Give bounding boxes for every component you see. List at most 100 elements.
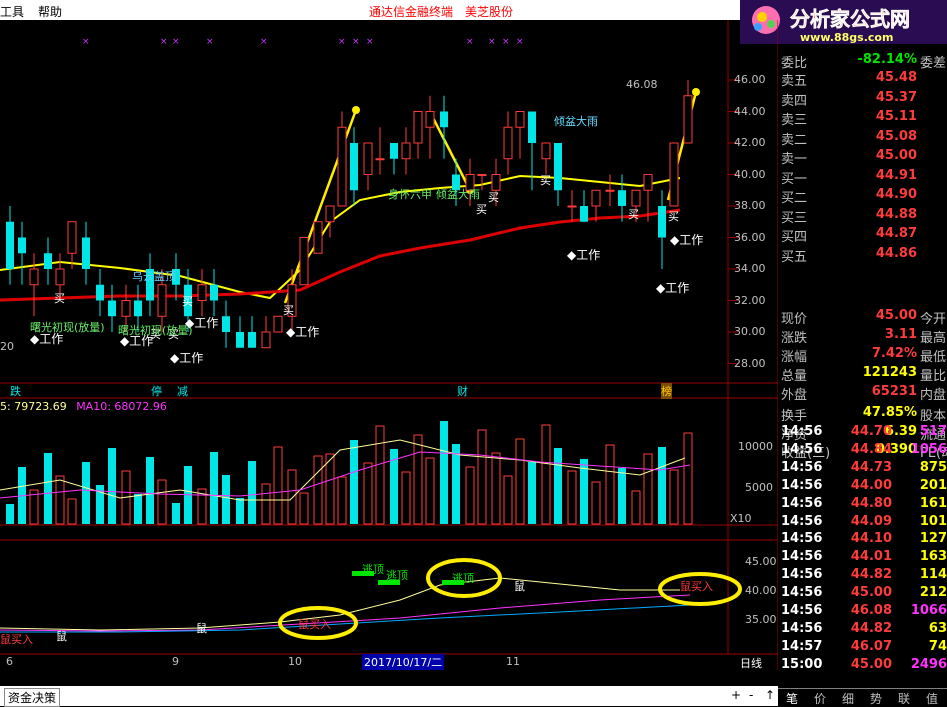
svg-text:×: × xyxy=(516,37,524,47)
tab-shi[interactable]: 势 xyxy=(870,690,882,707)
tick-volume: 74 xyxy=(928,638,947,654)
tick-price: 44.09 xyxy=(850,513,892,529)
date-6: 6 xyxy=(6,655,13,668)
tick-time: 14:57 xyxy=(781,638,823,654)
quote-label: 买五 xyxy=(781,249,808,265)
tick-row: 14:56 45.00 212 xyxy=(778,585,947,603)
tick-volume: 127 xyxy=(919,531,947,547)
ind-tick-45: 45.00 xyxy=(745,555,777,568)
quote-tail: 最低 xyxy=(920,350,947,365)
tick-price: 44.73 xyxy=(850,459,892,475)
tick-price: 44.01 xyxy=(850,549,892,565)
svg-text:×: × xyxy=(338,37,346,47)
marker-cai[interactable]: 财 xyxy=(457,383,468,399)
price-tick: 40.00 xyxy=(734,167,766,181)
buy-signal-3: 鼠买入 xyxy=(680,580,713,593)
tick-price: 44.82 xyxy=(850,620,892,636)
tab-bi[interactable]: 笔 xyxy=(786,690,798,707)
quote-label: 卖三 xyxy=(781,113,808,128)
tick-price: 44.70 xyxy=(850,424,892,439)
quote-value: 65231 xyxy=(871,384,917,399)
quote-row: 买三 44.88 xyxy=(778,207,947,226)
tick-time: 14:56 xyxy=(781,459,823,475)
quote-panel: 委比 -82.14% 委差 卖五 45.48 卖四 45.37 卖三 45.11 卖二 45.08 卖… xyxy=(778,44,947,461)
quote-label: 涨跌 xyxy=(781,331,808,346)
quote-row: 涨幅 7.42% 最低 xyxy=(778,346,947,365)
price-tick: 32.00 xyxy=(734,293,766,307)
tick-price: 46.08 xyxy=(850,603,892,618)
quote-tail: 内盘 xyxy=(920,388,947,403)
tick-row: 14:57 46.07 74 xyxy=(778,639,947,657)
marker-jian[interactable]: 减 xyxy=(177,383,188,399)
quote-value: 44.88 xyxy=(875,206,917,222)
period-label[interactable]: 日线 xyxy=(740,655,762,671)
left-label-20: 20 xyxy=(0,340,14,353)
dawn-annotation-2: 曙光初现(放量) xyxy=(118,324,193,337)
tab-zhi[interactable]: 值 xyxy=(926,690,938,707)
bottom-toolbar: 资金决策 + - ↑ xyxy=(0,686,778,707)
tick-row: 14:56 44.82 63 xyxy=(778,621,947,639)
tick-row: 14:56 46.08 1066 xyxy=(778,603,947,621)
quote-row: 买二 44.90 xyxy=(778,187,947,206)
scroll-up-button[interactable]: ↑ xyxy=(765,688,775,702)
rat-annotation-3: 鼠 xyxy=(514,580,525,593)
tick-volume: 201 xyxy=(919,477,947,493)
svg-text:×: × xyxy=(502,37,510,47)
price-tick: 34.00 xyxy=(734,262,766,275)
tick-row: 14:56 44.00 201 xyxy=(778,478,947,496)
tick-list: 14:56 44.70 517 14:56 44.84 1056 14:56 44.73 875… xyxy=(778,422,947,688)
tick-time: 14:56 xyxy=(781,513,823,529)
dawn-annotation: 曙光初现(放量) xyxy=(30,321,105,334)
marker-bang[interactable]: 榜 xyxy=(661,383,672,399)
tick-time: 14:56 xyxy=(781,477,823,493)
work-annotation: ◆工作 xyxy=(286,325,320,339)
tick-volume: 101 xyxy=(919,513,947,529)
price-tick: 36.00 xyxy=(734,230,766,244)
tab-lian[interactable]: 联 xyxy=(898,690,910,707)
zoom-out-button[interactable]: - xyxy=(749,688,753,702)
date-axis: 6 9 10 2017/10/17/二 11 日线 xyxy=(0,654,778,670)
quote-row: 总量 121243 量比 xyxy=(778,365,947,384)
tick-volume: 161 xyxy=(919,495,947,511)
quote-label: 卖二 xyxy=(781,132,808,148)
quote-row: 涨跌 3.11 最高 xyxy=(778,327,947,346)
quote-value: 44.87 xyxy=(875,226,917,241)
quote-row: 外盘 65231 内盘 xyxy=(778,384,947,403)
svg-text:×: × xyxy=(172,37,180,47)
tab-fund-decision[interactable]: 资金决策 xyxy=(4,688,61,707)
tab-xi[interactable]: 细 xyxy=(842,690,854,707)
tick-row: 14:56 44.80 161 xyxy=(778,496,947,514)
svg-text:×: × xyxy=(488,37,496,47)
quote-value: 45.08 xyxy=(875,128,917,144)
quote-value: 44.86 xyxy=(875,245,917,261)
volume-legend: 5: 79723.69 MA10: 68072.96 xyxy=(0,400,167,413)
quote-label: 涨幅 xyxy=(781,350,808,365)
escape-top-2: 逃顶 xyxy=(386,569,408,582)
zoom-in-button[interactable]: + xyxy=(731,688,741,702)
quote-value: 45.37 xyxy=(875,89,917,105)
tick-price: 46.07 xyxy=(850,638,892,654)
quote-row: 委比 -82.14% 委差 xyxy=(778,52,947,71)
ind-tick-35: 35.00 xyxy=(745,613,777,626)
quote-label: 卖四 xyxy=(781,93,808,109)
quote-row: 卖五 45.48 xyxy=(778,70,947,89)
vol-ma5: 5: 79723.69 xyxy=(0,400,67,413)
buy-annotation: 买 xyxy=(540,174,551,187)
marker-ting[interactable]: 停 xyxy=(151,383,162,399)
buy-annotation: 买 xyxy=(628,208,639,221)
marker-die[interactable]: 跌 xyxy=(10,383,21,399)
tick-row: 14:56 44.82 114 xyxy=(778,567,947,585)
tab-jia[interactable]: 价 xyxy=(814,690,826,707)
buy-annotation: 买 xyxy=(476,203,487,216)
quote-value: 3.11 xyxy=(884,327,917,342)
tick-time: 14:56 xyxy=(781,495,823,511)
tick-time: 14:56 xyxy=(781,585,823,601)
tick-volume: 875 xyxy=(919,459,947,475)
work-annotation: ◆工作 xyxy=(670,233,704,247)
price-tick: 30.00 xyxy=(734,325,766,338)
tick-time: 14:56 xyxy=(781,567,823,583)
tick-volume: 1056 xyxy=(910,441,947,457)
quote-row: 卖四 45.37 xyxy=(778,90,947,109)
quote-label: 买三 xyxy=(781,210,808,226)
svg-text:×: × xyxy=(366,37,374,47)
